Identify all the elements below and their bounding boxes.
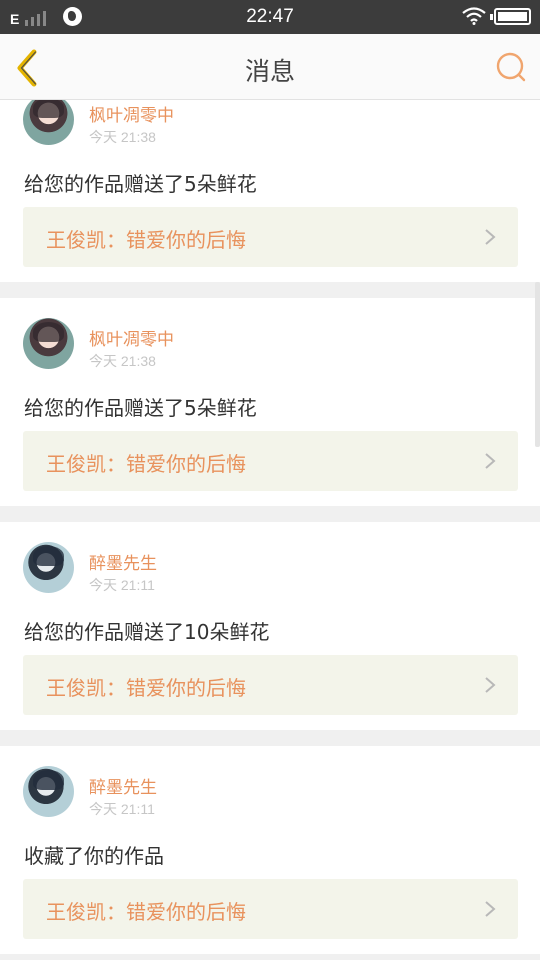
battery-icon bbox=[490, 8, 531, 25]
message-time: 今天 21:38 bbox=[89, 353, 156, 369]
message-card: 枫叶凋零中 今天 21:38 给您的作品赠送了5朵鲜花 王俊凯：错爱你的后悔 bbox=[0, 298, 540, 506]
message-text: 收藏了你的作品 bbox=[24, 844, 164, 868]
message-time: 今天 21:11 bbox=[89, 801, 155, 817]
message-time: 今天 21:11 bbox=[89, 577, 155, 593]
user-name[interactable]: 醉墨先生 bbox=[89, 773, 157, 798]
work-link[interactable]: 王俊凯：错爱你的后悔 bbox=[23, 655, 518, 715]
status-bar: E 22:47 bbox=[0, 0, 540, 34]
message-text: 给您的作品赠送了5朵鲜花 bbox=[24, 172, 257, 196]
work-link[interactable]: 王俊凯：错爱你的后悔 bbox=[23, 431, 518, 491]
work-title: 王俊凯：错爱你的后悔 bbox=[46, 228, 246, 252]
chevron-right-icon bbox=[485, 677, 496, 693]
page-title: 消息 bbox=[244, 57, 295, 86]
avatar[interactable] bbox=[23, 766, 74, 817]
wifi-icon bbox=[462, 7, 486, 25]
avatar[interactable] bbox=[23, 100, 74, 145]
work-link[interactable]: 王俊凯：错爱你的后悔 bbox=[23, 207, 518, 267]
clock: 22:47 bbox=[246, 6, 294, 27]
chevron-right-icon bbox=[485, 901, 496, 917]
message-list[interactable]: 枫叶凋零中 今天 21:38 给您的作品赠送了5朵鲜花 王俊凯：错爱你的后悔 枫… bbox=[0, 100, 540, 960]
avatar[interactable] bbox=[23, 542, 74, 593]
message-card: 醉墨先生 今天 21:11 收藏了你的作品 王俊凯：错爱你的后悔 bbox=[0, 746, 540, 954]
message-text: 给您的作品赠送了10朵鲜花 bbox=[24, 620, 270, 644]
user-name[interactable]: 醉墨先生 bbox=[89, 549, 157, 574]
chevron-right-icon bbox=[485, 229, 496, 245]
message-text: 给您的作品赠送了5朵鲜花 bbox=[24, 396, 257, 420]
avatar[interactable] bbox=[23, 318, 74, 369]
message-card: 枫叶凋零中 今天 21:38 给您的作品赠送了5朵鲜花 王俊凯：错爱你的后悔 bbox=[0, 100, 540, 282]
search-icon[interactable] bbox=[494, 50, 528, 84]
work-title: 王俊凯：错爱你的后悔 bbox=[46, 900, 246, 924]
header-bar: 消息 bbox=[0, 34, 540, 100]
work-link[interactable]: 王俊凯：错爱你的后悔 bbox=[23, 879, 518, 939]
chevron-right-icon bbox=[485, 453, 496, 469]
work-title: 王俊凯：错爱你的后悔 bbox=[46, 676, 246, 700]
message-card: 醉墨先生 今天 21:11 给您的作品赠送了10朵鲜花 王俊凯：错爱你的后悔 bbox=[0, 522, 540, 730]
message-time: 今天 21:38 bbox=[89, 129, 156, 145]
user-name[interactable]: 枫叶凋零中 bbox=[89, 101, 174, 126]
work-title: 王俊凯：错爱你的后悔 bbox=[46, 452, 246, 476]
scrollbar[interactable] bbox=[535, 282, 540, 447]
user-name[interactable]: 枫叶凋零中 bbox=[89, 325, 174, 350]
